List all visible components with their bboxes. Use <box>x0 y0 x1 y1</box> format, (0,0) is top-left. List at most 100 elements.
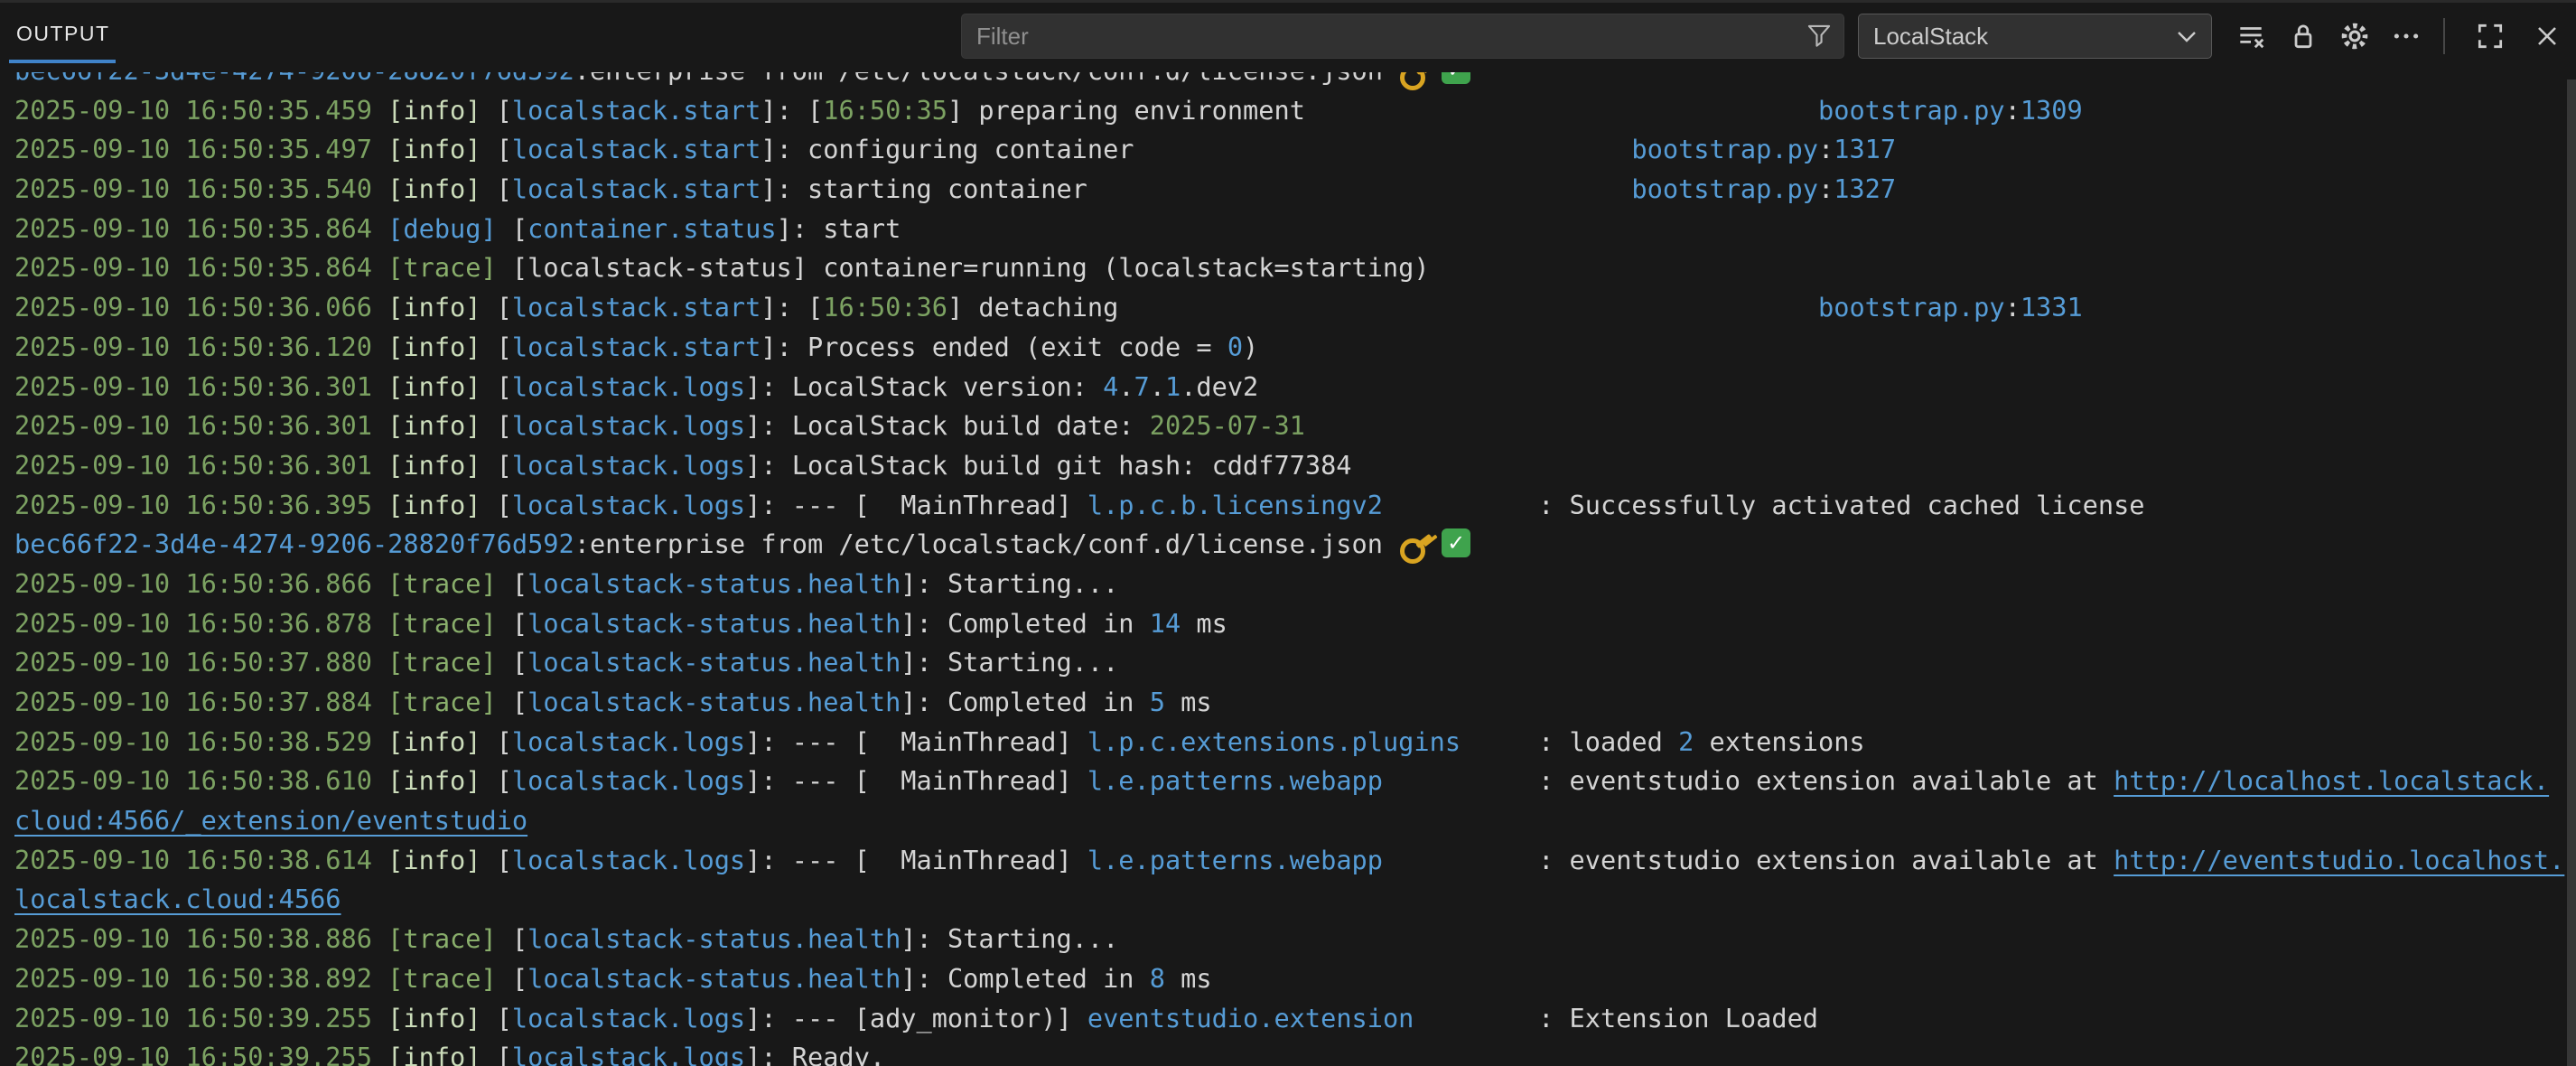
log-text: 2025-09-10 16:50:36.878 <box>14 608 387 639</box>
log-text: [info] <box>387 765 481 796</box>
log-module-ref: localstack-status.health <box>527 568 901 599</box>
log-text: 2025-09-10 16:50:36.301 <box>14 410 387 441</box>
output-channel-select[interactable]: LocalStack <box>1858 14 2212 59</box>
log-hyperlink[interactable]: http://localhost.localstack. <box>2114 765 2549 796</box>
close-panel-button[interactable] <box>2529 18 2565 54</box>
log-text: 2025-09-10 16:50:35.864 <box>14 252 387 283</box>
log-output[interactable]: bec66f22-3d4e-4274-9206-28820f76d592:ent… <box>0 51 2576 1066</box>
log-text: 2 <box>1678 726 1694 757</box>
log-text: [ <box>497 963 527 994</box>
filter-input[interactable] <box>961 14 1844 59</box>
log-text: 1309 <box>2021 95 2083 126</box>
log-text: ]: Completed in <box>901 608 1149 639</box>
log-line: 2025-09-10 16:50:37.880 [trace] [localst… <box>0 643 2576 683</box>
log-hyperlink[interactable]: cloud:4566/_extension/eventstudio <box>14 805 527 836</box>
header-divider <box>2443 18 2445 54</box>
log-line: 2025-09-10 16:50:38.610 [info] [localsta… <box>0 762 2576 801</box>
log-text: [trace] <box>387 608 497 639</box>
log-text: [info] <box>387 95 481 126</box>
log-text: [ <box>481 371 511 402</box>
log-text: : Extension Loaded <box>1538 1003 1818 1033</box>
log-text: ]: [ <box>761 95 823 126</box>
log-text: ms <box>1181 608 1227 639</box>
log-line: 2025-09-10 16:50:36.301 [info] [localsta… <box>0 407 2576 446</box>
clear-output-button[interactable] <box>2233 18 2269 54</box>
log-text: [ <box>497 647 527 678</box>
log-text: [ <box>497 568 527 599</box>
log-text: ) <box>1243 332 1258 362</box>
log-module-ref: localstack.start <box>512 95 761 126</box>
log-text: 2025-09-10 16:50:38.529 <box>14 726 387 757</box>
filter-icon[interactable] <box>1806 23 1832 49</box>
log-line: 2025-09-10 16:50:36.066 [info] [localsta… <box>0 288 2576 328</box>
log-hyperlink[interactable]: localstack.cloud:4566 <box>14 884 341 914</box>
log-text <box>1087 173 1632 204</box>
lock-icon <box>2288 21 2319 51</box>
log-text: : <box>2005 95 2021 126</box>
log-module-ref: l.e.patterns.webapp <box>1087 765 1383 796</box>
log-hyperlink[interactable]: http://eventstudio.localhost. <box>2114 845 2564 875</box>
log-text: [info] <box>387 134 481 164</box>
more-actions-button[interactable] <box>2388 18 2424 54</box>
maximize-panel-button[interactable] <box>2472 18 2508 54</box>
log-text: 2025-09-10 16:50:36.866 <box>14 568 387 599</box>
log-text: 2025-09-10 16:50:35.497 <box>14 134 387 164</box>
log-text: 7 <box>1134 371 1150 402</box>
log-text: : loaded <box>1538 726 1678 757</box>
log-module-ref: localstack-status.health <box>527 963 901 994</box>
log-text: [ <box>497 923 527 954</box>
log-text: 1 <box>1165 371 1181 402</box>
log-module-ref: localstack.logs <box>512 726 745 757</box>
log-text: ]: Completed in <box>901 687 1149 717</box>
vertical-scrollbar[interactable] <box>2567 79 2576 1066</box>
output-channel-label: LocalStack <box>1873 14 1988 58</box>
log-text: [ <box>481 765 511 796</box>
log-line: 2025-09-10 16:50:36.301 [info] [localsta… <box>0 368 2576 407</box>
log-text: [localstack-status] container=running (l… <box>497 252 1430 283</box>
log-line: 2025-09-10 16:50:35.540 [info] [localsta… <box>0 170 2576 210</box>
log-text: [ <box>481 1003 511 1033</box>
log-text: : <box>1818 134 1834 164</box>
log-text: 1331 <box>2021 292 2083 323</box>
log-text: [ <box>481 450 511 481</box>
log-text: [info] <box>387 292 481 323</box>
log-text: [trace] <box>387 923 497 954</box>
log-line: cloud:4566/_extension/eventstudio <box>0 801 2576 841</box>
log-module-ref: localstack-status.health <box>527 923 901 954</box>
log-line: 2025-09-10 16:50:37.884 [trace] [localst… <box>0 683 2576 723</box>
log-text: [trace] <box>387 647 497 678</box>
log-text: [trace] <box>387 568 497 599</box>
log-text: ]: [ <box>761 292 823 323</box>
log-text: [ <box>481 410 511 441</box>
log-text: 2025-09-10 16:50:38.886 <box>14 923 387 954</box>
check-emoji-icon <box>1442 528 1470 557</box>
log-text: [ <box>481 95 511 126</box>
log-text: : eventstudio extension available at <box>1538 845 2114 875</box>
log-text: 2025-09-10 16:50:35.540 <box>14 173 387 204</box>
log-text: [info] <box>387 371 481 402</box>
log-text: [ <box>481 726 511 757</box>
log-module-ref: localstack.logs <box>512 371 745 402</box>
log-text: 16:50:35 <box>823 95 947 126</box>
log-text: 1317 <box>1834 134 1896 164</box>
log-line: localstack.cloud:4566 <box>0 880 2576 920</box>
tab-output[interactable]: OUTPUT <box>16 22 110 46</box>
log-text <box>1383 490 1538 520</box>
log-text: . <box>1118 371 1134 402</box>
log-text: ]: Starting... <box>901 923 1118 954</box>
log-text: ms <box>1165 963 1212 994</box>
chevron-down-icon <box>2177 31 2197 43</box>
settings-button[interactable] <box>2337 18 2373 54</box>
log-module-ref: localstack.start <box>512 134 761 164</box>
log-text: 2025-09-10 16:50:39.255 <box>14 1042 387 1066</box>
key-emoji-icon <box>1398 528 1434 558</box>
log-text: 2025-09-10 16:50:36.120 <box>14 332 387 362</box>
log-text <box>1118 292 1818 323</box>
log-line: 2025-09-10 16:50:35.497 [info] [localsta… <box>0 130 2576 170</box>
log-text: [trace] <box>387 963 497 994</box>
log-module-ref: localstack.logs <box>512 490 745 520</box>
log-module-ref: localstack-status.health <box>527 647 901 678</box>
log-text: ]: Process ended (exit code = <box>761 332 1227 362</box>
log-text: ]: Starting... <box>901 647 1118 678</box>
scroll-lock-button[interactable] <box>2285 18 2321 54</box>
